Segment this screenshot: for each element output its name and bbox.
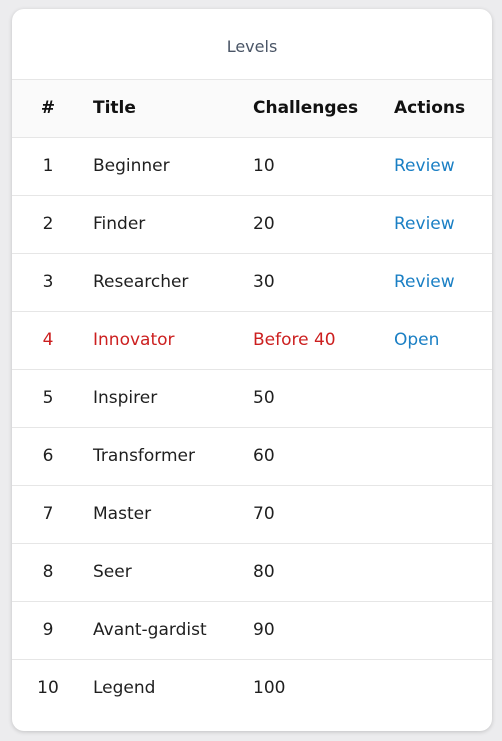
table-row: 9 Avant-gardist 90: [12, 602, 492, 660]
header-title: Title: [93, 98, 136, 118]
table-row: 1 Beginner 10 Review: [12, 138, 492, 196]
level-challenges: 90: [253, 620, 275, 640]
level-challenges: 60: [253, 446, 275, 466]
card-title: Levels: [12, 9, 492, 80]
table-row: 3 Researcher 30 Review: [12, 254, 492, 312]
table-row: 2 Finder 20 Review: [12, 196, 492, 254]
level-number: 6: [42, 446, 54, 466]
levels-table: # Title Challenges Actions 1 Beginner 10…: [12, 80, 492, 717]
open-link[interactable]: Open: [394, 330, 439, 350]
level-title: Beginner: [93, 156, 170, 176]
level-number: 2: [42, 214, 54, 234]
level-title: Finder: [93, 214, 146, 234]
table-row: 10 Legend 100: [12, 660, 492, 717]
level-title: Legend: [93, 678, 156, 698]
table-row: 8 Seer 80: [12, 544, 492, 602]
level-number: 8: [42, 562, 54, 582]
level-title: Transformer: [93, 446, 196, 466]
level-challenges: 20: [253, 214, 275, 234]
action-cell: Open: [394, 312, 439, 369]
header-num: #: [40, 98, 56, 118]
level-challenges: 10: [253, 156, 275, 176]
level-number: 7: [42, 504, 54, 524]
action-cell: Review: [394, 138, 455, 195]
action-cell: Review: [394, 254, 455, 311]
level-number: 3: [42, 272, 54, 292]
review-link[interactable]: Review: [394, 214, 455, 234]
table-row: 5 Inspirer 50: [12, 370, 492, 428]
level-title: Inspirer: [93, 388, 158, 408]
level-title: Seer: [93, 562, 132, 582]
level-challenges: 80: [253, 562, 275, 582]
review-link[interactable]: Review: [394, 272, 455, 292]
header-actions: Actions: [394, 98, 466, 118]
review-link[interactable]: Review: [394, 156, 455, 176]
level-challenges: 50: [253, 388, 275, 408]
level-challenges: 100: [253, 678, 286, 698]
level-number: 10: [37, 678, 59, 698]
table-row: 6 Transformer 60: [12, 428, 492, 486]
level-challenges: Before 40: [253, 330, 336, 350]
level-title: Innovator: [93, 330, 175, 350]
header-challenges: Challenges: [253, 98, 359, 118]
level-title: Researcher: [93, 272, 189, 292]
level-number: 5: [42, 388, 54, 408]
level-challenges: 70: [253, 504, 275, 524]
levels-card: Levels # Title Challenges Actions 1 Begi…: [12, 9, 492, 731]
level-title: Avant-gardist: [93, 620, 207, 640]
table-header-row: # Title Challenges Actions: [12, 80, 492, 138]
action-cell: Review: [394, 196, 455, 253]
level-number: 4: [42, 330, 54, 350]
level-title: Master: [93, 504, 152, 524]
table-row: 7 Master 70: [12, 486, 492, 544]
level-number: 1: [42, 156, 54, 176]
level-challenges: 30: [253, 272, 275, 292]
table-row-current: 4 Innovator Before 40 Open: [12, 312, 492, 370]
level-number: 9: [42, 620, 54, 640]
